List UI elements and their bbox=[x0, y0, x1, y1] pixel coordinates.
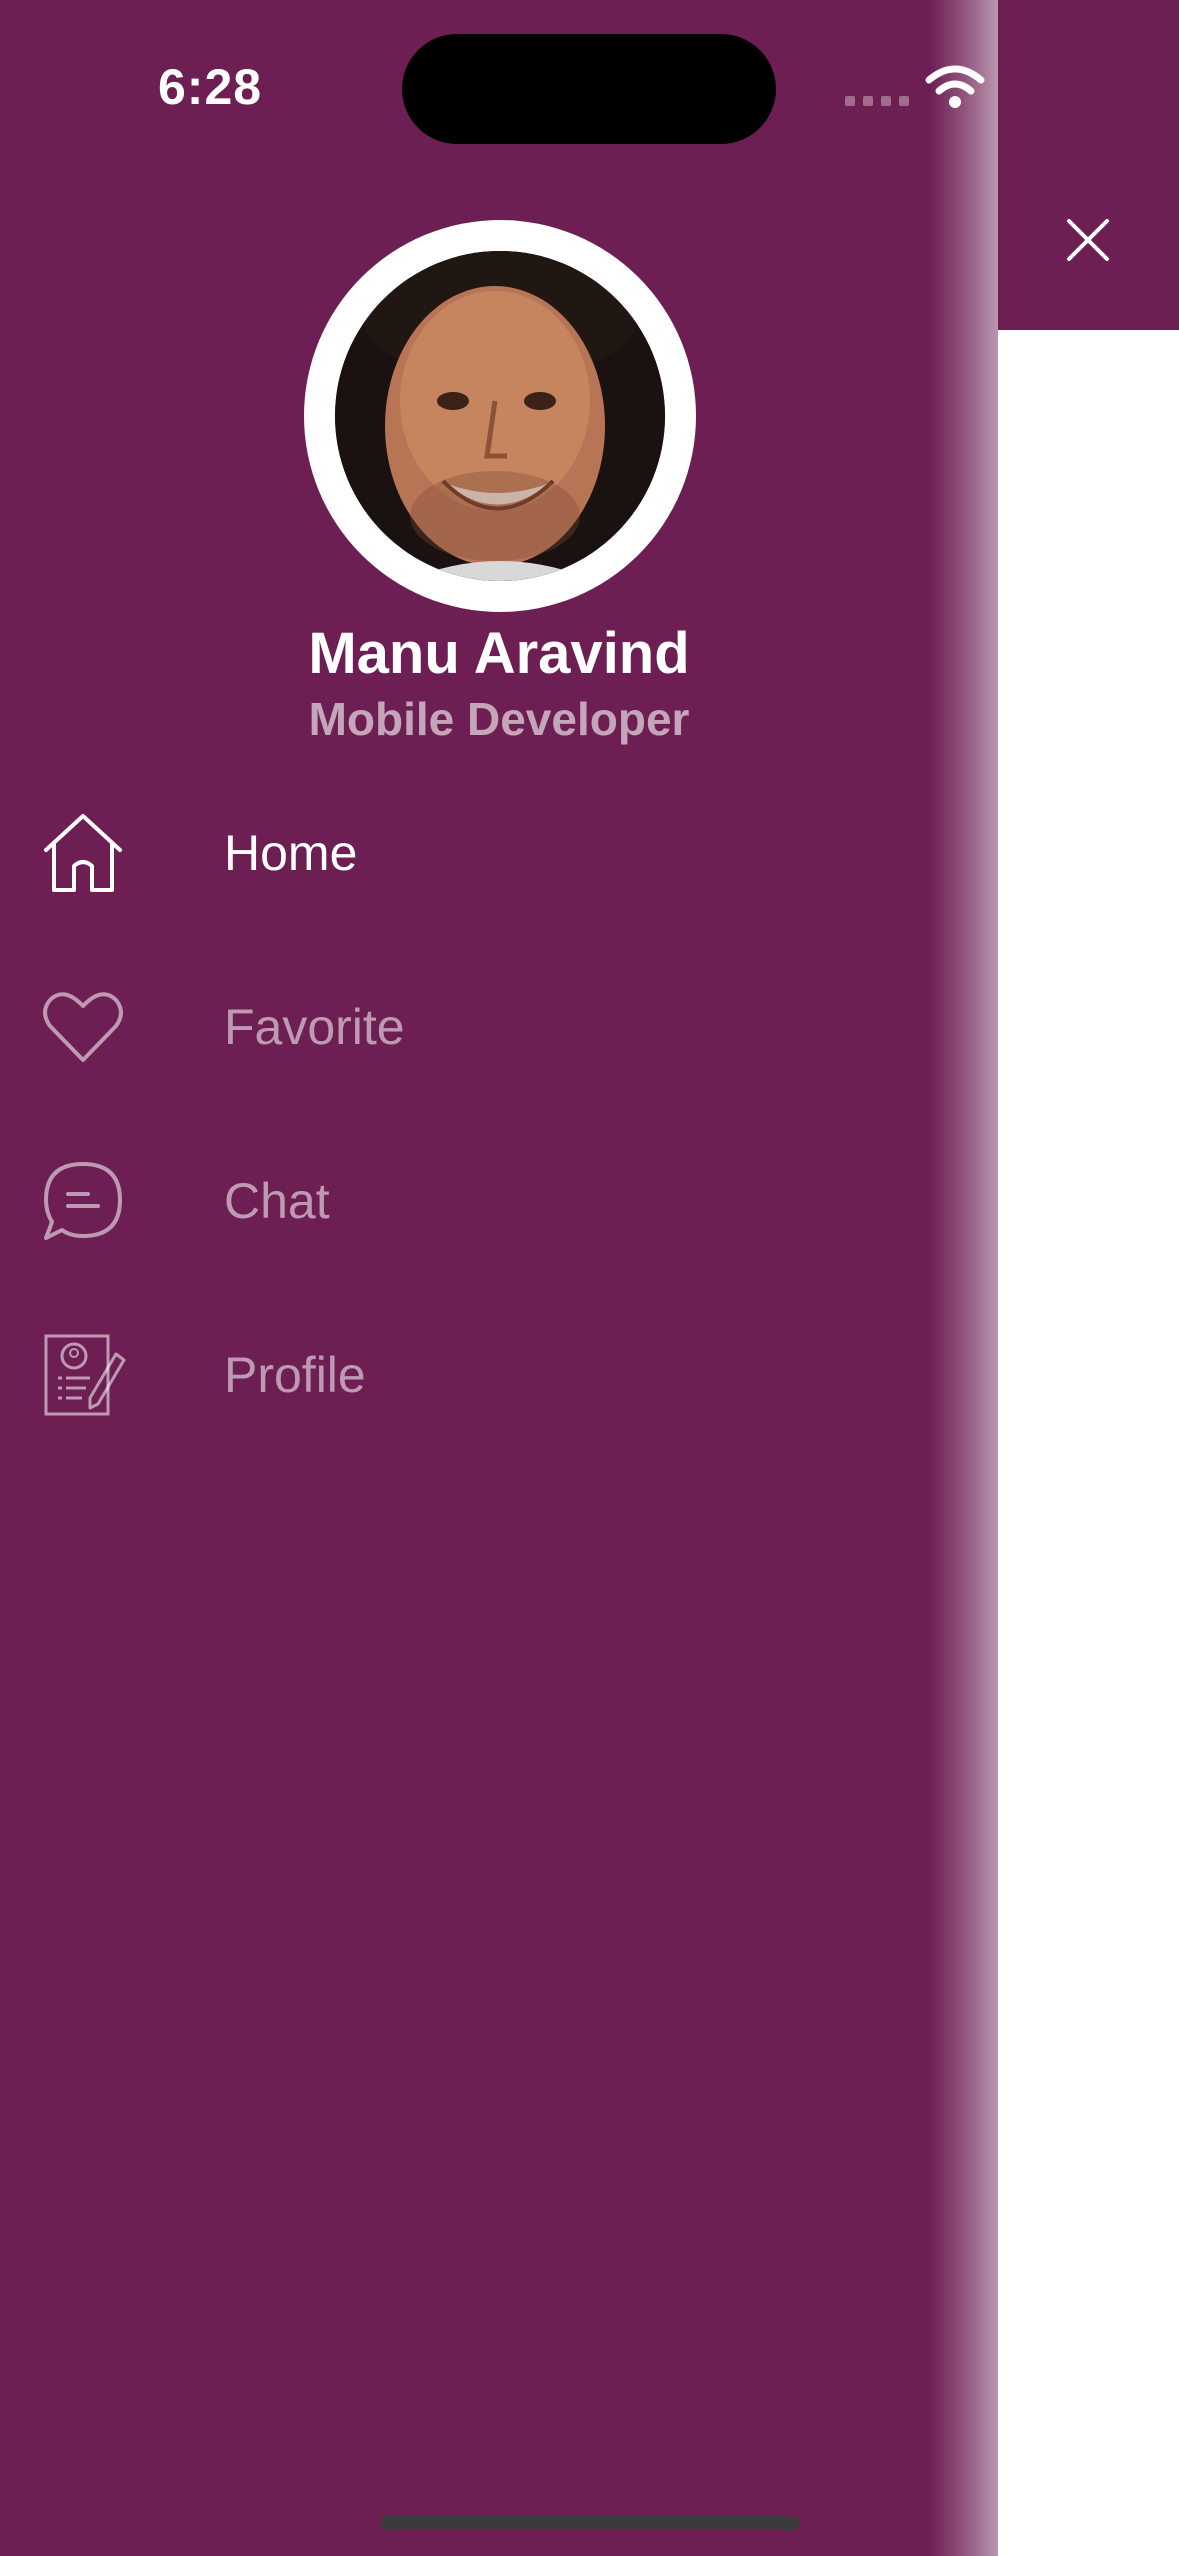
status-time: 6:28 bbox=[158, 59, 263, 115]
close-button[interactable] bbox=[1058, 210, 1118, 270]
content-app-bar bbox=[998, 0, 1179, 330]
close-icon bbox=[1067, 219, 1109, 261]
menu-item-favorite[interactable]: Favorite bbox=[40, 972, 740, 1082]
menu-item-label: Home bbox=[224, 825, 358, 881]
menu-item-label: Favorite bbox=[224, 999, 405, 1055]
profile-name: Manu Aravind bbox=[308, 621, 690, 686]
menu-item-home[interactable]: Home bbox=[40, 798, 740, 908]
menu-item-label: Profile bbox=[224, 1347, 366, 1403]
avatar[interactable] bbox=[335, 251, 665, 581]
dynamic-island bbox=[402, 34, 776, 144]
chat-icon bbox=[40, 1158, 126, 1244]
cellular-signal-icon bbox=[845, 96, 909, 106]
profile-document-icon bbox=[40, 1332, 126, 1418]
drawer-edge-shadow bbox=[930, 0, 1000, 2556]
menu-item-profile[interactable]: Profile bbox=[40, 1320, 740, 1430]
heart-icon bbox=[40, 984, 126, 1070]
avatar-photo bbox=[335, 251, 665, 581]
home-indicator[interactable] bbox=[380, 2516, 800, 2530]
menu-item-chat[interactable]: Chat bbox=[40, 1146, 740, 1256]
menu-item-label: Chat bbox=[224, 1173, 330, 1229]
side-drawer: 6:28 Manu Aravind Mobile Developer Home … bbox=[0, 0, 1078, 2556]
profile-role: Mobile Developer bbox=[308, 693, 690, 745]
home-icon bbox=[40, 810, 126, 896]
